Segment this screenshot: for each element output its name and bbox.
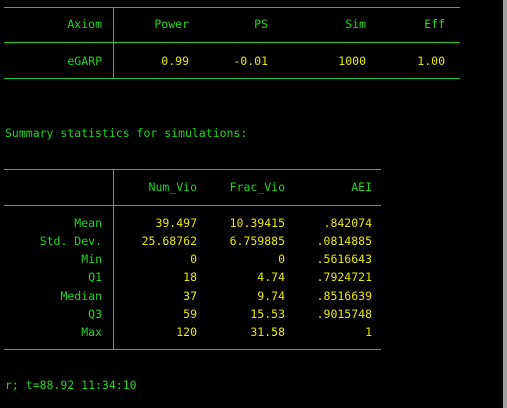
table-top-rule <box>4 7 460 8</box>
median-frac-vio: 9.74 <box>257 289 285 303</box>
row-label-max: Max <box>81 325 102 339</box>
q1-frac-vio: 4.74 <box>257 270 285 284</box>
max-num-vio: 120 <box>176 325 197 339</box>
q1-aei: .7924721 <box>316 270 372 284</box>
mean-num-vio: 39.497 <box>155 216 197 230</box>
scrollbar[interactable] <box>503 0 507 408</box>
summary-bottom-rule <box>4 349 381 350</box>
row-label-q3: Q3 <box>88 307 102 321</box>
header-ps: PS <box>254 17 268 31</box>
median-aei: .8516639 <box>316 289 372 303</box>
summary-header-frac-vio: Frac_Vio <box>229 180 285 194</box>
min-aei: .5616643 <box>316 252 372 266</box>
table-header-rule <box>4 42 460 43</box>
value-ps: -0.01 <box>233 54 268 68</box>
std-dev-frac-vio: 6.759885 <box>229 234 285 248</box>
summary-heading: Summary statistics for simulations: <box>5 126 248 140</box>
row-label-mean: Mean <box>74 216 102 230</box>
summary-header-aei: AEI <box>351 180 372 194</box>
row-label-median: Median <box>60 289 102 303</box>
summary-column-divider <box>113 169 114 349</box>
value-power: 0.99 <box>161 54 189 68</box>
row-label-axiom: eGARP <box>67 54 102 68</box>
summary-top-rule <box>4 169 381 170</box>
summary-header-num-vio: Num_Vio <box>148 180 197 194</box>
row-label-std-dev: Std. Dev. <box>39 234 102 248</box>
mean-aei: .842074 <box>323 216 372 230</box>
min-frac-vio: 0 <box>278 252 285 266</box>
max-aei: 1 <box>365 325 372 339</box>
status-line: r; t=88.92 11:34:10 <box>5 378 137 392</box>
value-eff: 1.00 <box>417 54 445 68</box>
mean-frac-vio: 10.39415 <box>229 216 285 230</box>
header-power: Power <box>154 17 189 31</box>
q3-frac-vio: 15.53 <box>250 307 285 321</box>
value-sim: 1000 <box>338 54 366 68</box>
row-label-q1: Q1 <box>88 270 102 284</box>
header-sim: Sim <box>345 17 366 31</box>
header-axiom: Axiom <box>67 17 102 31</box>
max-frac-vio: 31.58 <box>250 325 285 339</box>
summary-header-rule <box>4 205 381 206</box>
q1-num-vio: 18 <box>183 270 197 284</box>
q3-aei: .9015748 <box>316 307 372 321</box>
q3-num-vio: 59 <box>183 307 197 321</box>
header-eff: Eff <box>424 17 445 31</box>
median-num-vio: 37 <box>183 289 197 303</box>
row-label-min: Min <box>81 252 102 266</box>
std-dev-num-vio: 25.68762 <box>141 234 197 248</box>
table-bottom-rule <box>4 78 460 79</box>
std-dev-aei: .0814885 <box>316 234 372 248</box>
min-num-vio: 0 <box>190 252 197 266</box>
